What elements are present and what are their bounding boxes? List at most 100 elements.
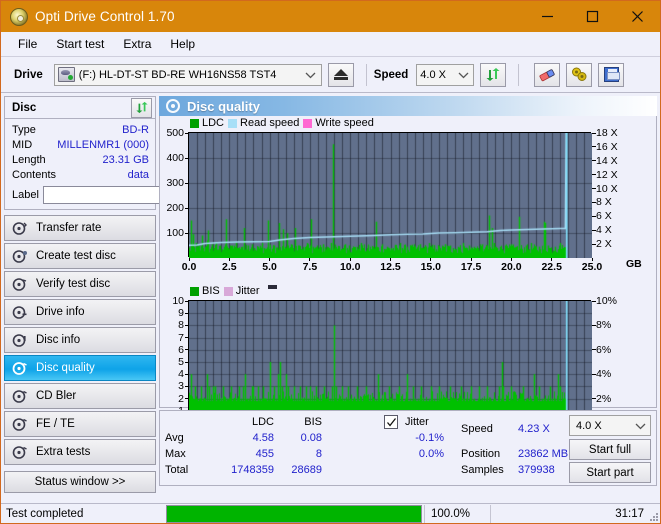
chart2-plot-area <box>188 300 592 423</box>
y-tick-label: 3 <box>178 380 184 393</box>
y2-tick <box>592 229 596 231</box>
y-tick <box>185 312 188 314</box>
x-tick <box>349 258 351 261</box>
disc-refresh-button[interactable] <box>131 97 152 118</box>
sidebar-item-drive-info[interactable]: Drive info <box>4 299 156 325</box>
y-tick-label: 200 <box>166 202 184 214</box>
legend-label: Read speed <box>240 117 300 129</box>
menu-start-test[interactable]: Start test <box>48 35 113 53</box>
y-tick <box>185 300 188 302</box>
erase-button[interactable] <box>534 62 561 87</box>
close-icon[interactable] <box>615 1 660 32</box>
test-speed-select[interactable]: 4.0 X <box>569 415 651 436</box>
start-full-button[interactable]: Start full <box>569 439 651 460</box>
stats-row-label-avg: Avg <box>165 432 184 444</box>
y2-tick <box>592 215 596 217</box>
maximize-icon[interactable] <box>570 1 615 32</box>
menu-file[interactable]: File <box>10 35 46 53</box>
y2-tick <box>592 174 596 176</box>
eject-button[interactable] <box>327 62 354 87</box>
menu-help[interactable]: Help <box>162 35 204 53</box>
drive-select[interactable]: (F:) HL-DT-ST BD-RE WH16NS58 TST4 <box>53 63 322 86</box>
disc-quality-icon <box>12 361 28 376</box>
minimize-icon[interactable] <box>525 1 570 32</box>
y2-tick-label: 2% <box>596 392 612 405</box>
disc-panel-title: Disc <box>12 101 37 114</box>
main-body: Disc Type BD-R MID MILLENMR1 (000) Lengt… <box>1 93 660 493</box>
y2-tick <box>592 188 596 190</box>
test-speed-value: 4.0 X <box>576 419 602 432</box>
start-part-label: Start part <box>586 466 634 479</box>
y-tick-label: 400 <box>166 152 184 164</box>
status-message: Test completed <box>6 507 84 520</box>
x-tick <box>551 258 553 261</box>
disc-label-label: Label <box>12 189 39 201</box>
disc-verify-icon <box>12 277 28 292</box>
x-tick-label: 25.0 <box>581 261 603 273</box>
bis-total-value: 28689 <box>291 464 322 476</box>
y-tick <box>185 182 188 184</box>
resize-grip[interactable] <box>648 511 658 521</box>
legend-ldc: LDC <box>190 117 224 129</box>
y-tick-label: 9 <box>178 307 184 320</box>
disc-row-length: Length 23.31 GB <box>12 152 149 167</box>
disc-row-mid: MID MILLENMR1 (000) <box>12 137 149 152</box>
sidebar-item-transfer-rate[interactable]: Transfer rate <box>4 215 156 241</box>
disc-contents-label: Contents <box>12 168 57 181</box>
charts-area: LDC Read speed Write speed 100 200 300 4… <box>159 116 657 438</box>
tools-button[interactable] <box>566 62 593 87</box>
y2-tick <box>592 373 596 375</box>
ldc-max-value: 455 <box>255 448 274 460</box>
cd-bler-icon <box>12 389 28 404</box>
x-tick-label: 15.0 <box>420 261 442 273</box>
y2-tick-label: 8 X <box>596 196 612 209</box>
stats-panel: LDC BIS Jitter Avg Max Total 4.58 455 17… <box>159 410 657 486</box>
jitter-checkbox[interactable] <box>384 415 398 429</box>
y2-tick-label: 6% <box>596 343 612 356</box>
application-window: Opti Drive Control 1.70 File Start test … <box>0 0 661 524</box>
x-tick <box>430 258 432 261</box>
sidebar-item-fe-te[interactable]: FE / TE <box>4 411 156 437</box>
sidebar-item-verify-test-disc[interactable]: Verify test disc <box>4 271 156 297</box>
x-tick <box>269 258 271 261</box>
save-button[interactable] <box>598 62 625 87</box>
refresh-button[interactable] <box>480 62 507 87</box>
y-tick-label: 6 <box>178 343 184 356</box>
sidebar-item-disc-quality[interactable]: Disc quality <box>4 355 156 381</box>
chevron-down-icon <box>303 71 319 79</box>
samples-stat-value: 379938 <box>518 464 555 476</box>
y-tick-label: 2 <box>178 392 184 405</box>
sidebar-item-label: Extra tests <box>36 446 91 458</box>
panel-header: Disc quality <box>159 96 657 116</box>
status-window-label: Status window >> <box>34 476 126 488</box>
chart1-legend: LDC Read speed Write speed <box>190 117 374 129</box>
x-tick-label: 12.5 <box>380 261 401 273</box>
ldc-total-value: 1748359 <box>231 464 274 476</box>
legend-label: LDC <box>202 117 225 129</box>
x-tick <box>390 258 391 261</box>
y2-tick-label: 2 X <box>596 238 612 251</box>
sidebar-item-extra-tests[interactable]: Extra tests <box>4 439 156 465</box>
chevron-down-icon <box>632 422 648 430</box>
disc-quality-icon <box>166 99 180 113</box>
sidebar-item-disc-info[interactable]: Disc info <box>4 327 156 353</box>
y2-tick-label: 16 X <box>596 140 618 153</box>
menu-extra[interactable]: Extra <box>115 35 160 53</box>
y2-tick <box>592 398 596 400</box>
status-window-button[interactable]: Status window >> <box>4 471 156 493</box>
y2-tick-label: 18 X <box>596 127 618 139</box>
progress-bar-fill <box>167 505 421 522</box>
samples-stat-label: Samples <box>461 464 504 476</box>
y2-tick <box>592 324 596 326</box>
toolbar-divider-2 <box>518 63 520 86</box>
sidebar-item-create-test-disc[interactable]: Create test disc <box>4 243 156 269</box>
speed-stat-value: 4.23 X <box>518 423 550 435</box>
y-tick <box>185 324 188 326</box>
start-part-button[interactable]: Start part <box>569 462 651 483</box>
x-tick-label: 5.0 <box>262 261 277 273</box>
legend-write-speed: Write speed <box>303 117 374 129</box>
sidebar-item-cd-bler[interactable]: CD Bler <box>4 383 156 409</box>
speed-select[interactable]: 4.0 X <box>416 63 475 86</box>
disc-label-row: Label <box>12 185 246 205</box>
y-tick-label: 8 <box>178 319 184 332</box>
